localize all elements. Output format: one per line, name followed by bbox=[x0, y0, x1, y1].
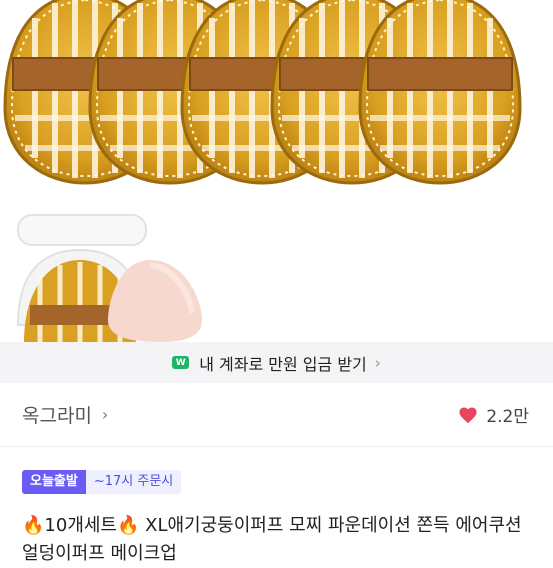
like-count: 2.2만 bbox=[486, 407, 529, 427]
shipping-badges: 오늘출발 ~17시 주문시 bbox=[22, 470, 182, 494]
compact-case-illustration bbox=[16, 214, 202, 342]
seller-row: 옥그라미 › 2.2만 bbox=[0, 383, 553, 447]
seller-link[interactable]: 옥그라미 › bbox=[22, 401, 108, 428]
chevron-right-icon: › bbox=[101, 405, 109, 424]
product-image-main[interactable] bbox=[0, 0, 553, 205]
chevron-right-icon: › bbox=[374, 353, 381, 372]
powder-puffs-illustration bbox=[0, 0, 553, 205]
heart-icon bbox=[459, 406, 477, 423]
deposit-banner[interactable]: W 내 계좌로 만원 입금 받기 › bbox=[0, 342, 553, 383]
order-cutoff-badge: ~17시 주문시 bbox=[85, 470, 182, 494]
product-title: 🔥10개세트🔥 XL애기궁둥이퍼프 모찌 파운데이션 쫀득 에어쿠션 얼덩이퍼프… bbox=[22, 515, 522, 564]
today-shipping-badge: 오늘출발 bbox=[22, 470, 86, 494]
won-icon: W bbox=[172, 356, 190, 369]
seller-name: 옥그라미 bbox=[22, 405, 92, 427]
like-button[interactable]: 2.2만 bbox=[458, 402, 529, 427]
product-thumbnail[interactable] bbox=[0, 205, 553, 342]
deposit-banner-text: 내 계좌로 만원 입금 받기 bbox=[199, 354, 367, 374]
